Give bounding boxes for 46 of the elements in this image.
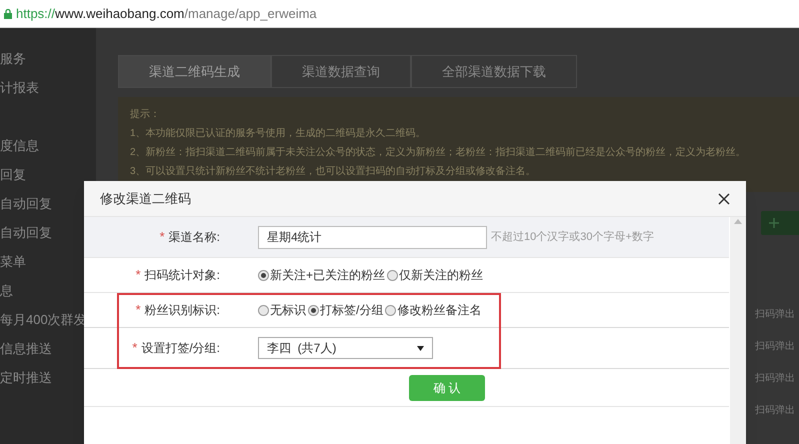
radio-button[interactable] <box>385 304 396 316</box>
radio-button[interactable] <box>387 270 398 280</box>
field-label: 设置打签/分组: <box>141 340 220 357</box>
sidebar-item[interactable]: 回复 <box>0 160 96 189</box>
dropdown-caret-icon <box>417 346 424 350</box>
required-mark: * <box>160 228 165 246</box>
address-bar[interactable]: https://www.weihaobang.com/manage/app_erweima <box>0 0 799 28</box>
row-text: 扫码弹出 <box>755 404 796 418</box>
required-mark: * <box>132 339 138 358</box>
channel-name-field[interactable]: 星期4统计 <box>258 226 487 248</box>
radio-option[interactable]: 无标识 <box>258 301 306 319</box>
required-mark: * <box>136 266 141 284</box>
tab[interactable]: 渠道数据查询 <box>271 55 411 88</box>
plus-icon <box>769 218 779 228</box>
radio-button[interactable] <box>258 304 269 316</box>
confirm-button[interactable]: 确 认 <box>409 374 485 400</box>
radio-button[interactable] <box>308 304 319 316</box>
radio-option[interactable]: 仅新关注的粉丝 <box>387 266 484 284</box>
field-hint: 不超过10个汉字或30个字母+数字 <box>491 230 654 245</box>
radio-option[interactable]: 打标签/分组 <box>308 301 384 319</box>
notice-line: 1、本功能仅限已认证的服务号使用，生成的二维码是永久二维码。 <box>130 126 427 141</box>
field-label: 粉丝识别标识: <box>144 302 220 319</box>
sidebar-item[interactable]: 计报表 <box>0 73 96 102</box>
field-label: 扫码统计对象: <box>144 267 220 284</box>
scroll-up-icon[interactable] <box>734 219 742 224</box>
tab[interactable]: 全部渠道数据下载 <box>411 55 577 88</box>
radio-option[interactable]: 新关注+已关注的粉丝 <box>258 266 386 284</box>
radio-option[interactable]: 修改粉丝备注名 <box>385 301 482 319</box>
required-mark: * <box>136 301 141 320</box>
sidebar-item[interactable]: 度信息 <box>0 131 96 160</box>
field-label: 渠道名称: <box>168 229 220 246</box>
row-text: 扫码弹出 <box>755 340 796 354</box>
lock-icon <box>4 8 12 18</box>
row-text: 扫码弹出 <box>755 372 796 386</box>
tab[interactable]: 渠道二维码生成 <box>118 55 271 88</box>
group-select[interactable]: 李四 (共7人) <box>258 337 433 359</box>
radio-button[interactable] <box>258 270 269 280</box>
dialog-title: 修改渠道二维码 <box>100 190 191 208</box>
notice-title: 提示： <box>130 108 161 122</box>
create-button[interactable] <box>761 211 799 235</box>
url-text: https://www.weihaobang.com/manage/app_erweima <box>16 4 317 23</box>
close-icon[interactable] <box>718 192 730 204</box>
notice-line: 3、可以设置只统计新粉丝不统计老粉丝，也可以设置扫码的自动打标及分组或修改备注名。 <box>130 164 537 179</box>
row-text: 扫码弹出 <box>755 308 796 322</box>
notice-line: 2、新粉丝：指扫渠道二维码前属于未关注公众号的状态，定义为新粉丝；老粉丝：指扫渠道二维码前已经是公众号的粉丝，定义为老粉丝。 <box>130 146 747 160</box>
sidebar-item[interactable]: 服务 <box>0 44 96 73</box>
